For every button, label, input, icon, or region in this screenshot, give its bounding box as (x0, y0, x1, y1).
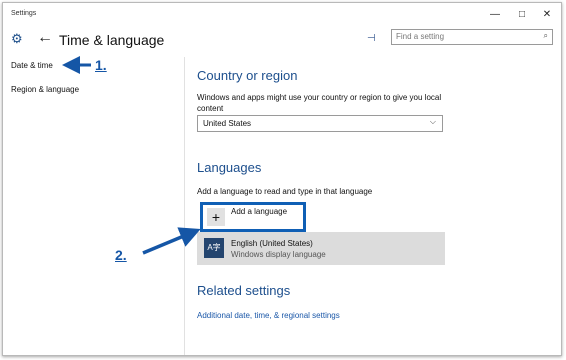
annotation-step-1: 1. (95, 57, 107, 73)
annotation-overlay (62, 56, 201, 255)
annotation-arrow-2-icon (142, 227, 201, 255)
annotation-step-2: 2. (115, 247, 127, 263)
settings-window: Settings — □ ✕ ⚙ ← Time & language ⊣ Fin… (2, 2, 562, 356)
